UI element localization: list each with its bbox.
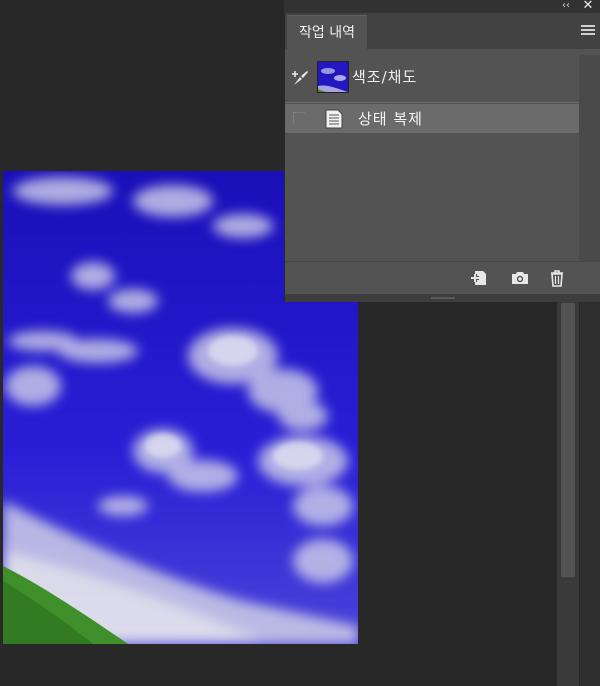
sky-thumbnail	[317, 61, 349, 93]
panel-resize-grip[interactable]	[285, 294, 600, 302]
panel-scrollbar[interactable]	[579, 55, 600, 261]
close-panel-button[interactable]: ✕	[581, 0, 595, 13]
scrollbar-thumb[interactable]	[561, 303, 575, 577]
history-state-label: 상태 복제	[358, 110, 423, 128]
camera-icon[interactable]	[511, 269, 529, 287]
history-state-duplicate[interactable]: 상태 복제	[285, 104, 579, 133]
panel-footer	[285, 261, 600, 295]
history-source-checkbox[interactable]	[293, 112, 305, 124]
panel-menu-icon[interactable]	[581, 25, 595, 37]
panel-dock-bar	[284, 0, 600, 13]
history-panel: 작업 내역 색조/채도 상태 복제	[284, 13, 600, 302]
tab-history[interactable]: 작업 내역	[287, 15, 367, 50]
right-dock-column	[580, 300, 600, 686]
history-state-label: 색조/채도	[352, 68, 418, 86]
document-icon	[325, 109, 343, 129]
history-brush-source-icon[interactable]	[291, 68, 311, 88]
history-state-hue-saturation[interactable]: 색조/채도	[285, 55, 579, 101]
collapse-panels-button[interactable]: ‹‹	[560, 0, 572, 12]
row-divider	[285, 102, 579, 103]
new-document-from-state-icon[interactable]	[470, 269, 488, 287]
trash-icon[interactable]	[548, 269, 566, 287]
